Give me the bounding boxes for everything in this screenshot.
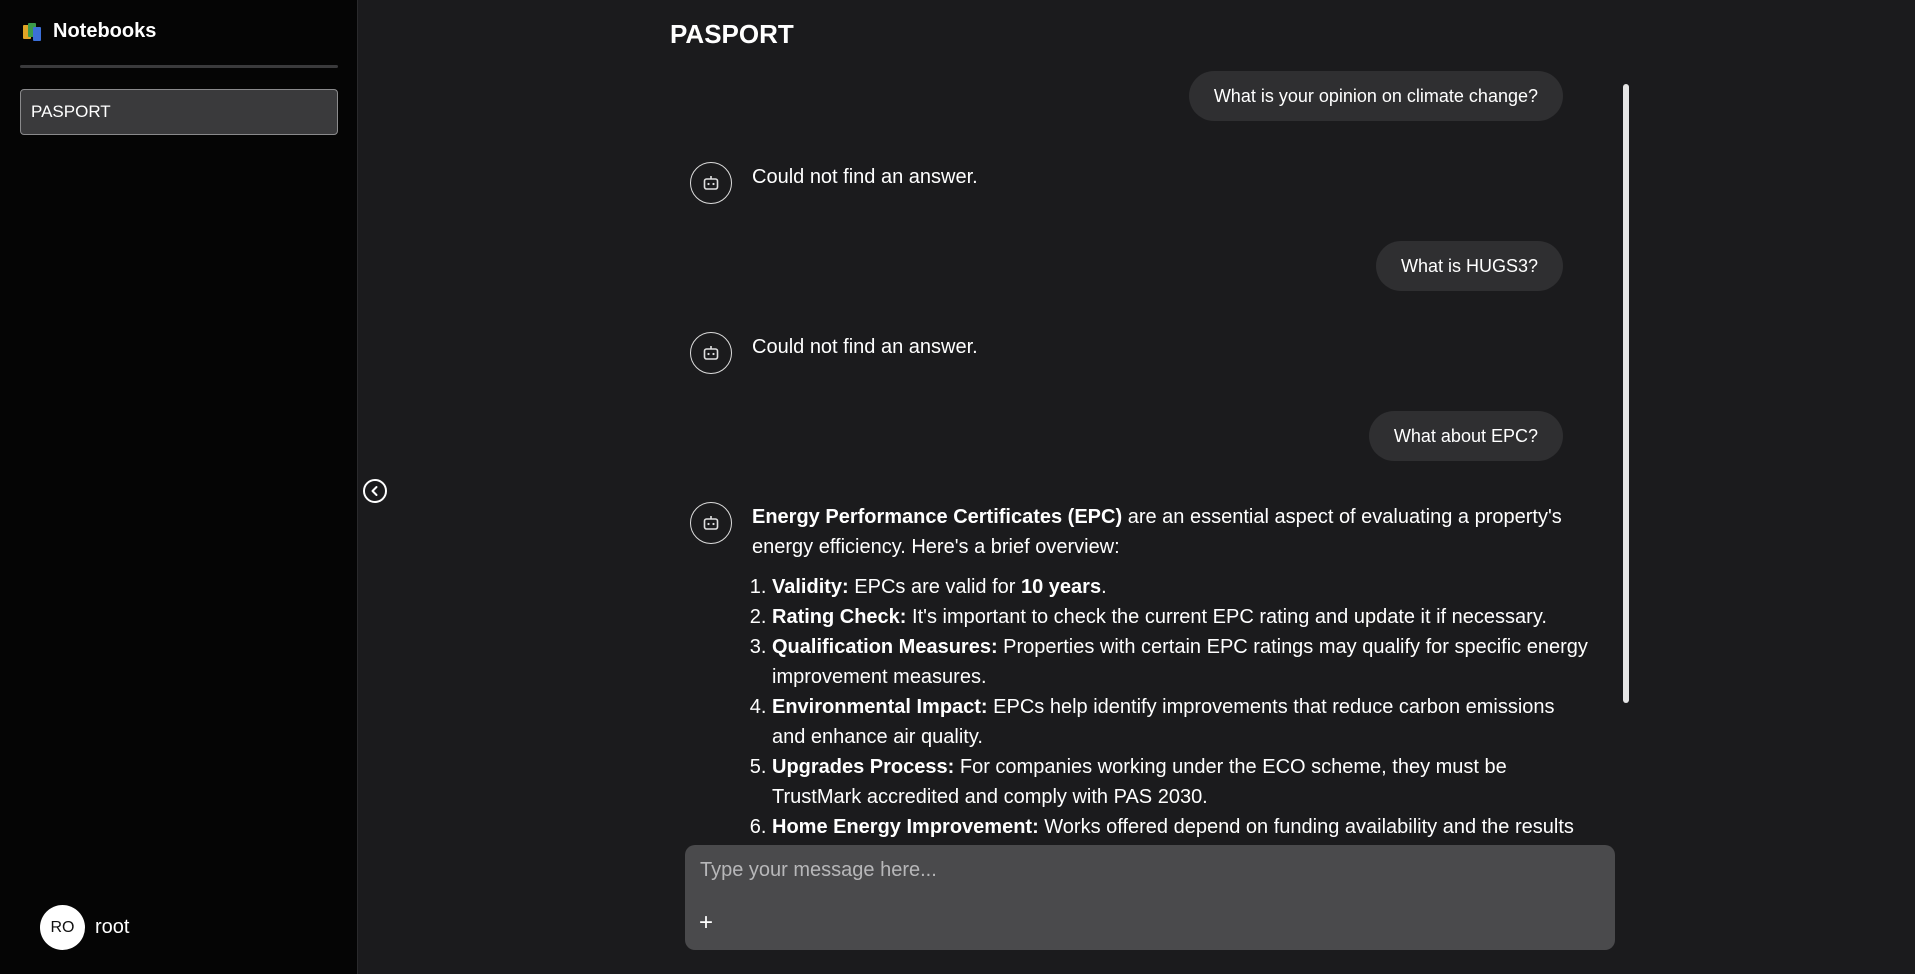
user-message: What is HUGS3? (1375, 241, 1563, 291)
assistant-message: Could not find an answer. (690, 332, 1592, 374)
list-item: Environmental Impact: EPCs help identify… (772, 692, 1592, 752)
assistant-message-text: Could not find an answer. (752, 166, 978, 188)
list-item: Upgrades Process: For companies working … (772, 752, 1592, 812)
robot-icon (690, 162, 732, 204)
user-message: What about EPC? (1368, 411, 1563, 461)
assistant-message-text: Energy Performance Certificates (EPC) ar… (752, 502, 1592, 840)
robot-icon (690, 502, 732, 544)
robot-icon (690, 332, 732, 374)
epc-list: Validity: EPCs are valid for 10 years. R… (752, 572, 1592, 840)
epc-intro: Energy Performance Certificates (EPC) ar… (752, 502, 1592, 562)
list-item: Rating Check: It's important to check th… (772, 602, 1592, 632)
epc-intro-bold: Energy Performance Certificates (EPC) (752, 506, 1123, 528)
page-title: PASPORT (670, 19, 794, 49)
message-composer: + (685, 845, 1615, 950)
assistant-message: Could not find an answer. (690, 162, 1592, 204)
notebooks-logo-icon (23, 21, 45, 43)
message-input[interactable] (700, 855, 1580, 885)
user-message: What is your opinion on climate change? (1188, 71, 1563, 121)
sidebar-divider (20, 65, 338, 68)
avatar: RO (40, 905, 85, 950)
chat-scrollbar[interactable] (1623, 84, 1629, 703)
add-attachment-button[interactable]: + (699, 911, 713, 935)
assistant-message-text: Could not find an answer. (752, 336, 978, 358)
collapse-sidebar-button[interactable] (363, 479, 387, 503)
brand: Notebooks (23, 20, 156, 43)
user-profile[interactable]: RO root (40, 905, 129, 950)
sidebar-title: Notebooks (53, 20, 157, 42)
sidebar-item-pasport[interactable]: PASPORT (20, 89, 338, 135)
sidebar: Notebooks PASPORT RO root (0, 0, 358, 974)
list-item: Home Energy Improvement: Works offered d… (772, 812, 1592, 840)
list-item: Qualification Measures: Properties with … (772, 632, 1592, 692)
sidebar-item-label: PASPORT (31, 102, 111, 121)
chevron-left-icon (371, 486, 378, 496)
chat-thread[interactable]: What is your opinion on climate change? … (670, 70, 1630, 840)
assistant-message: Energy Performance Certificates (EPC) ar… (690, 502, 1592, 840)
list-item: Validity: EPCs are valid for 10 years. (772, 572, 1592, 602)
username: root (95, 916, 130, 938)
